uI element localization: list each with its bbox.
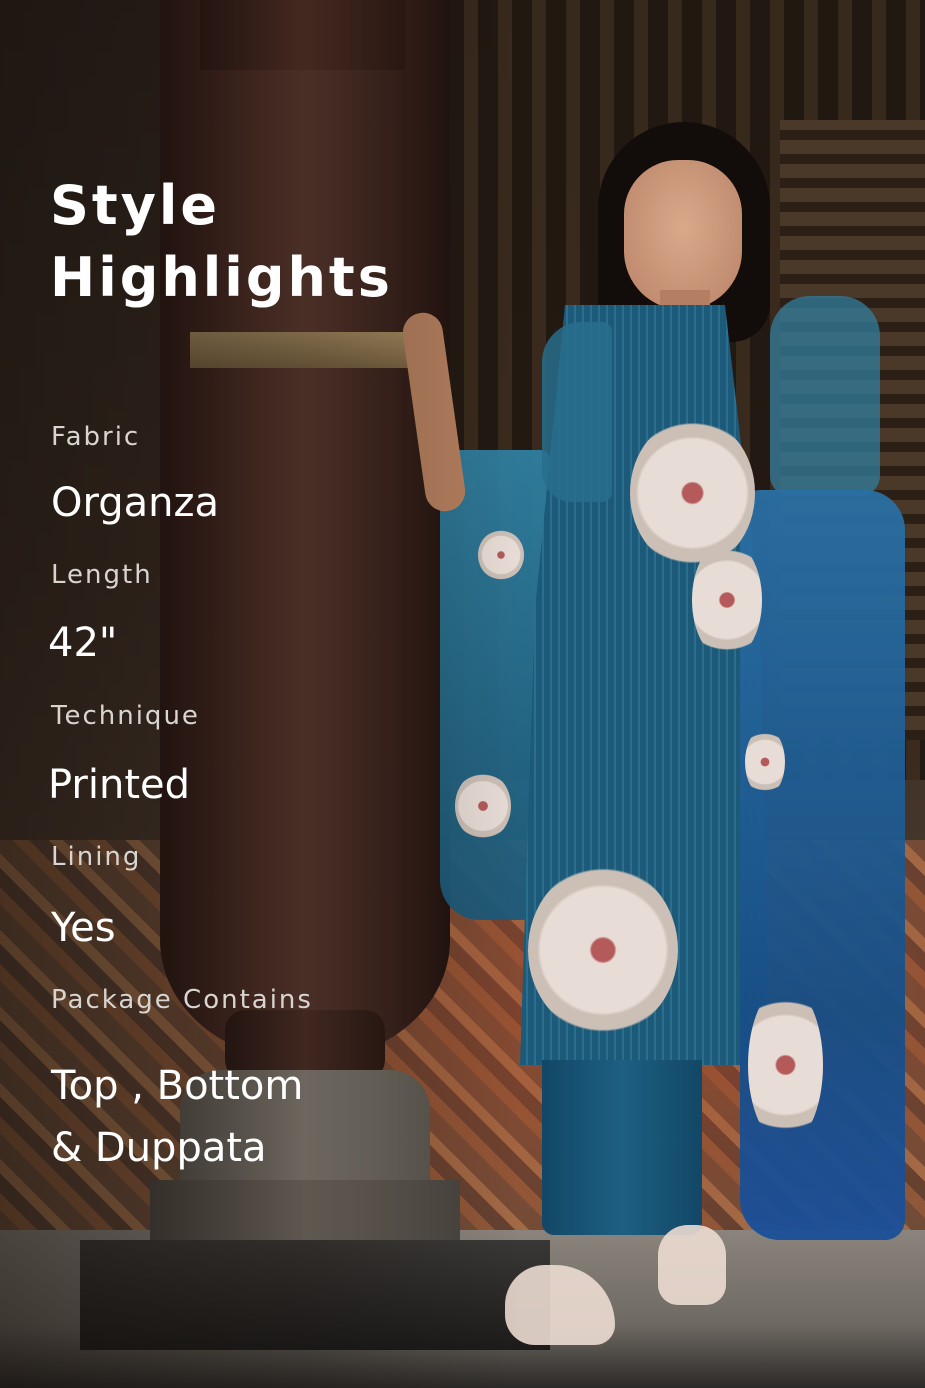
package-contains-value: Top , Bottom & Duppata	[51, 1055, 303, 1179]
lining-label: Lining	[51, 842, 142, 872]
length-value: 42"	[48, 620, 118, 666]
page-title: Style Highlights	[50, 170, 393, 314]
length-label: Length	[51, 560, 153, 590]
package-contains-line-2: & Duppata	[51, 1125, 267, 1171]
style-highlights-panel: Style Highlights Fabric Organza Length 4…	[0, 0, 520, 1388]
floral-print	[528, 865, 678, 1035]
lining-value: Yes	[51, 905, 116, 951]
floral-print	[692, 540, 762, 660]
title-line-2: Highlights	[50, 246, 393, 309]
floral-print	[748, 985, 823, 1145]
kurta-sleeve-left	[542, 322, 612, 502]
heel-sandal-right	[658, 1225, 726, 1305]
model-face	[624, 160, 742, 310]
fabric-label: Fabric	[51, 422, 141, 452]
model-pants	[542, 1060, 702, 1235]
technique-label: Technique	[51, 701, 200, 731]
technique-value: Printed	[48, 762, 191, 808]
fabric-value: Organza	[51, 480, 219, 526]
package-contains-label: Package Contains	[51, 985, 313, 1015]
floral-print	[745, 728, 785, 796]
title-line-1: Style	[50, 174, 221, 237]
package-contains-line-1: Top , Bottom	[51, 1063, 304, 1109]
product-banner: Style Highlights Fabric Organza Length 4…	[0, 0, 925, 1388]
kurta-sleeve-right	[770, 296, 880, 496]
